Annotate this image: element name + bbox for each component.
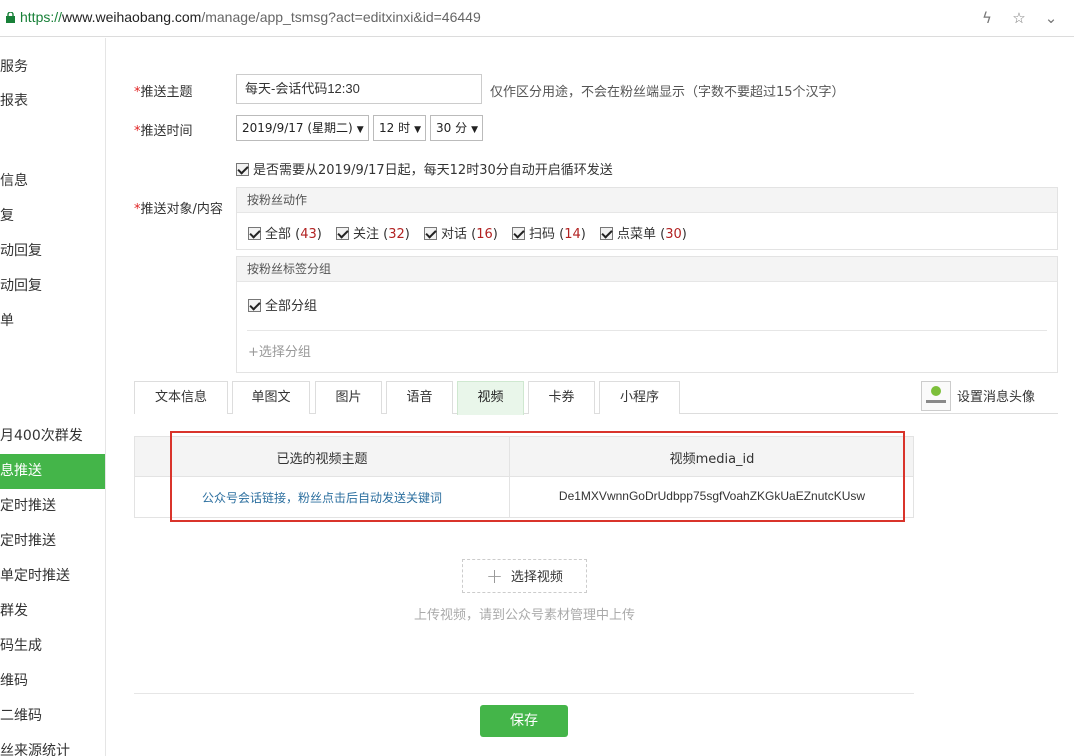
sidebar-item[interactable]: 丝来源统计 bbox=[0, 734, 105, 756]
hour-select[interactable]: 12 时 ▼ bbox=[373, 115, 426, 141]
choose-video-button[interactable]: + 选择视频 bbox=[462, 559, 587, 593]
sidebar-item[interactable]: 群发 bbox=[0, 594, 105, 629]
minute-select[interactable]: 30 分 ▼ bbox=[430, 115, 483, 141]
sidebar: 服务 报表 信息 复 动回复 动回复 单 月400次群发 息推送 定时推送 定时… bbox=[0, 38, 106, 756]
star-icon[interactable]: ☆ bbox=[1010, 9, 1028, 27]
chevron-down-icon[interactable]: ⌄ bbox=[1042, 9, 1060, 27]
sidebar-item[interactable]: 单 bbox=[0, 304, 105, 339]
tab-single-article[interactable]: 单图文 bbox=[232, 381, 310, 414]
sidebar-item[interactable]: 信息 bbox=[0, 164, 105, 199]
bolt-icon[interactable]: ϟ bbox=[978, 9, 996, 27]
subject-input[interactable]: 每天-会话代码12:30 bbox=[236, 74, 482, 104]
url-field[interactable]: https://www.weihaobang.com/manage/app_ts… bbox=[20, 9, 481, 25]
fan-action-panel: 按粉丝动作 全部 (43) 关注 (32) 对话 (16) 扫码 (14) 点菜… bbox=[236, 187, 1058, 250]
checkbox[interactable] bbox=[336, 227, 349, 240]
add-group-link[interactable]: +选择分组 bbox=[237, 331, 1057, 360]
fan-action-all[interactable]: 全部 (43) bbox=[248, 223, 322, 242]
tab-mini-program[interactable]: 小程序 bbox=[599, 381, 680, 414]
sidebar-item[interactable]: 动回复 bbox=[0, 234, 105, 269]
tab-text[interactable]: 文本信息 bbox=[134, 381, 228, 414]
sidebar-item[interactable]: 月400次群发 bbox=[0, 419, 105, 454]
sidebar-item[interactable]: 服务 bbox=[0, 50, 105, 85]
checkbox[interactable] bbox=[248, 299, 261, 312]
sidebar-item[interactable]: 动回复 bbox=[0, 269, 105, 304]
upload-hint: 上传视频，请到公众号素材管理中上传 bbox=[414, 608, 636, 623]
checkbox[interactable] bbox=[248, 227, 261, 240]
tab-video[interactable]: 视频 bbox=[457, 381, 524, 415]
url-scheme: https:// bbox=[20, 9, 63, 25]
save-button[interactable]: 保存 bbox=[480, 705, 568, 737]
avatar-thumbnail bbox=[921, 380, 951, 411]
all-groups-option[interactable]: 全部分组 bbox=[237, 282, 1057, 330]
loop-checkbox[interactable] bbox=[236, 163, 249, 176]
set-avatar-label: 设置消息头像 bbox=[957, 390, 1036, 405]
url-path: /manage/app_tsmsg?act=editxinxi&id=46449 bbox=[201, 9, 481, 25]
sidebar-item[interactable]: 维码 bbox=[0, 664, 105, 699]
checkbox[interactable] bbox=[512, 227, 525, 240]
content-tabs: 文本信息 单图文 图片 语音 视频 卡券 小程序 bbox=[134, 381, 1058, 415]
divider bbox=[134, 693, 914, 694]
tab-voice[interactable]: 语音 bbox=[386, 381, 453, 414]
checkbox[interactable] bbox=[424, 227, 437, 240]
fan-tag-panel: 按粉丝标签分组 全部分组 +选择分组 bbox=[236, 256, 1058, 373]
fan-action-menu[interactable]: 点菜单 (30) bbox=[600, 223, 687, 242]
subject-label: *推送主题 bbox=[134, 85, 193, 100]
tab-card[interactable]: 卡券 bbox=[528, 381, 595, 414]
sidebar-item[interactable]: 定时推送 bbox=[0, 524, 105, 559]
sidebar-item[interactable]: 码生成 bbox=[0, 629, 105, 664]
checkbox[interactable] bbox=[600, 227, 613, 240]
fan-action-scan[interactable]: 扫码 (14) bbox=[512, 223, 586, 242]
loop-option[interactable]: 是否需要从2019/9/17日起，每天12时30分自动开启循环发送 bbox=[236, 159, 613, 178]
tab-image[interactable]: 图片 bbox=[315, 381, 382, 414]
lock-icon bbox=[6, 12, 15, 23]
sidebar-item-active[interactable]: 息推送 bbox=[0, 454, 105, 489]
plus-icon: + bbox=[486, 564, 503, 588]
main-content: *推送主题 每天-会话代码12:30 仅作区分用途，不会在粉丝端显示（字数不要超… bbox=[106, 38, 1074, 756]
sidebar-item[interactable]: 单定时推送 bbox=[0, 559, 105, 594]
fan-action-header: 按粉丝动作 bbox=[237, 188, 1057, 213]
sidebar-item[interactable]: 定时推送 bbox=[0, 489, 105, 524]
sidebar-item[interactable]: 报表 bbox=[0, 84, 105, 119]
target-label: *推送对象/内容 bbox=[134, 202, 223, 217]
highlight-box bbox=[170, 431, 905, 522]
time-label: *推送时间 bbox=[134, 124, 193, 139]
subject-hint: 仅作区分用途，不会在粉丝端显示（字数不要超过15个汉字） bbox=[490, 85, 845, 100]
caret-down-icon: ▼ bbox=[471, 125, 479, 135]
caret-down-icon: ▼ bbox=[356, 125, 364, 135]
date-select[interactable]: 2019/9/17 (星期二) ▼ bbox=[236, 115, 369, 141]
caret-down-icon: ▼ bbox=[414, 125, 422, 135]
sidebar-item[interactable]: 二维码 bbox=[0, 699, 105, 734]
fan-action-follow[interactable]: 关注 (32) bbox=[336, 223, 410, 242]
set-avatar-button[interactable]: 设置消息头像 bbox=[921, 380, 1035, 411]
fan-action-chat[interactable]: 对话 (16) bbox=[424, 223, 498, 242]
sidebar-item[interactable]: 复 bbox=[0, 199, 105, 234]
browser-address-bar: https://www.weihaobang.com/manage/app_ts… bbox=[0, 0, 1074, 37]
fan-tag-header: 按粉丝标签分组 bbox=[237, 257, 1057, 282]
url-host: www.weihaobang.com bbox=[62, 9, 202, 25]
